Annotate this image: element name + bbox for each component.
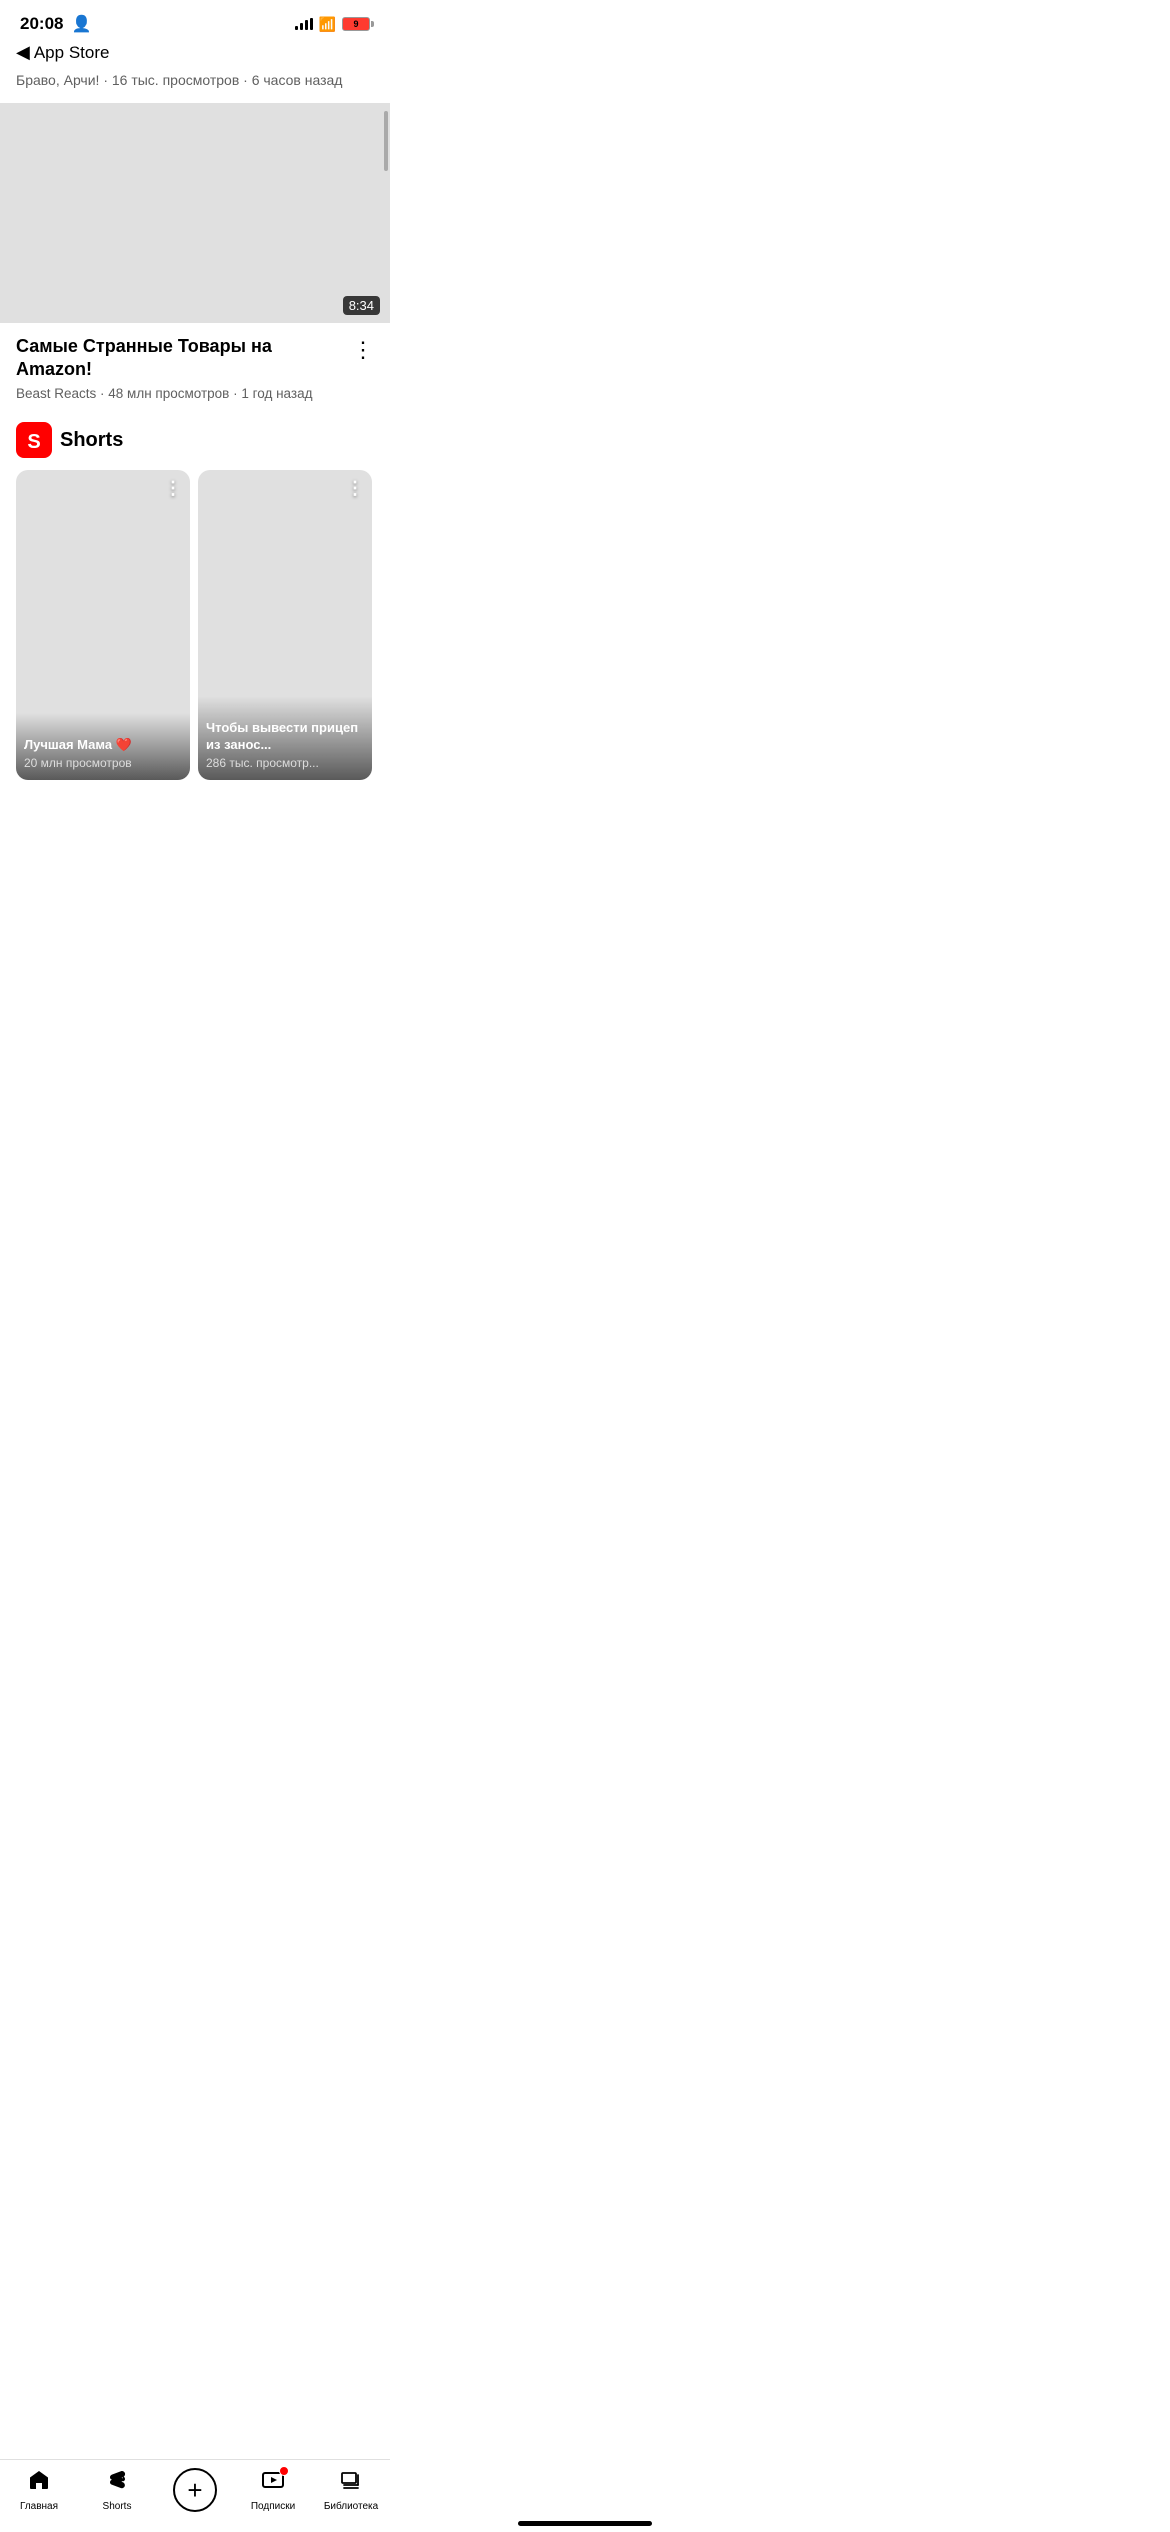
person-icon: 👤 [71,14,91,34]
back-arrow-icon: ◀ [16,42,30,63]
short-card-2-overlay: Чтобы вывести прицеп из занос... 286 тыс… [198,696,372,780]
shorts-row: ⋮ Лучшая Мама ❤️ 20 млн просмотров ⋮ Что… [16,470,374,780]
back-navigation[interactable]: ◀ App Store [0,38,390,71]
short-card-2-title: Чтобы вывести прицеп из занос... [206,720,364,754]
nav-label-library: Библиотека [324,2501,378,2512]
short-card-1-more[interactable]: ⋮ [164,478,182,499]
back-label: App Store [34,43,110,63]
nav-label-home: Главная [20,2501,58,2512]
signal-icon [295,18,313,30]
nav-label-subscriptions: Подписки [251,2501,295,2512]
battery-icon: 9 [342,17,370,31]
nav-item-home[interactable]: Главная [9,2468,69,2512]
short-card-2-inner: ⋮ Чтобы вывести прицеп из занос... 286 т… [198,470,372,780]
video-info-section: Самые Странные Товары на Amazon! Beast R… [0,323,390,413]
video-thumbnail[interactable]: 8:34 [0,103,390,323]
video-duration: 8:34 [343,296,380,315]
add-icon: + [173,2468,217,2512]
short-card-2[interactable]: ⋮ Чтобы вывести прицеп из занос... 286 т… [198,470,372,780]
nav-item-subscriptions[interactable]: Подписки [243,2468,303,2512]
nav-item-shorts[interactable]: Shorts [87,2468,147,2512]
time: 20:08 [20,14,63,34]
shorts-nav-icon [105,2468,129,2498]
wifi-icon: 📶 [319,16,336,33]
svg-text:S: S [27,431,40,453]
status-icons: 📶 9 [295,16,370,33]
short-card-1-inner: ⋮ Лучшая Мама ❤️ 20 млн просмотров [16,470,190,780]
status-bar: 20:08 👤 📶 9 [0,0,390,38]
nav-label-shorts: Shorts [103,2501,132,2512]
video-text-block: Самые Странные Товары на Amazon! Beast R… [16,335,352,405]
shorts-logo-icon: S [16,422,52,458]
home-icon [27,2468,51,2498]
video-title[interactable]: Самые Странные Товары на Amazon! [16,335,352,382]
bottom-navigation: Главная Shorts + Подписки [0,2459,390,2532]
nav-item-add[interactable]: + [165,2468,225,2512]
short-card-1-title: Лучшая Мама ❤️ [24,737,182,754]
prev-video-info: Браво, Арчи! · 16 тыс. просмотров · 6 ча… [0,71,390,103]
scrollbar [384,111,388,171]
short-card-2-views: 286 тыс. просмотр... [206,756,364,770]
subscriptions-icon [261,2468,285,2498]
prev-video-meta: Браво, Арчи! · 16 тыс. просмотров · 6 ча… [16,71,374,91]
status-time-area: 20:08 👤 [20,14,91,34]
nav-item-library[interactable]: Библиотека [321,2468,381,2512]
video-meta: Beast Reacts · 48 млн просмотров · 1 год… [16,385,352,404]
shorts-section: S Shorts ⋮ Лучшая Мама ❤️ 20 млн просмот… [0,412,390,780]
short-card-1[interactable]: ⋮ Лучшая Мама ❤️ 20 млн просмотров [16,470,190,780]
notification-dot [279,2466,289,2476]
shorts-section-title: Shorts [60,429,123,452]
short-card-1-overlay: Лучшая Мама ❤️ 20 млн просмотров [16,713,190,780]
shorts-header: S Shorts [16,422,374,458]
more-options-button[interactable]: ⋮ [352,337,374,363]
home-indicator [518,2521,652,2526]
short-card-1-views: 20 млн просмотров [24,756,182,770]
short-card-2-more[interactable]: ⋮ [346,478,364,499]
library-icon [339,2468,363,2498]
